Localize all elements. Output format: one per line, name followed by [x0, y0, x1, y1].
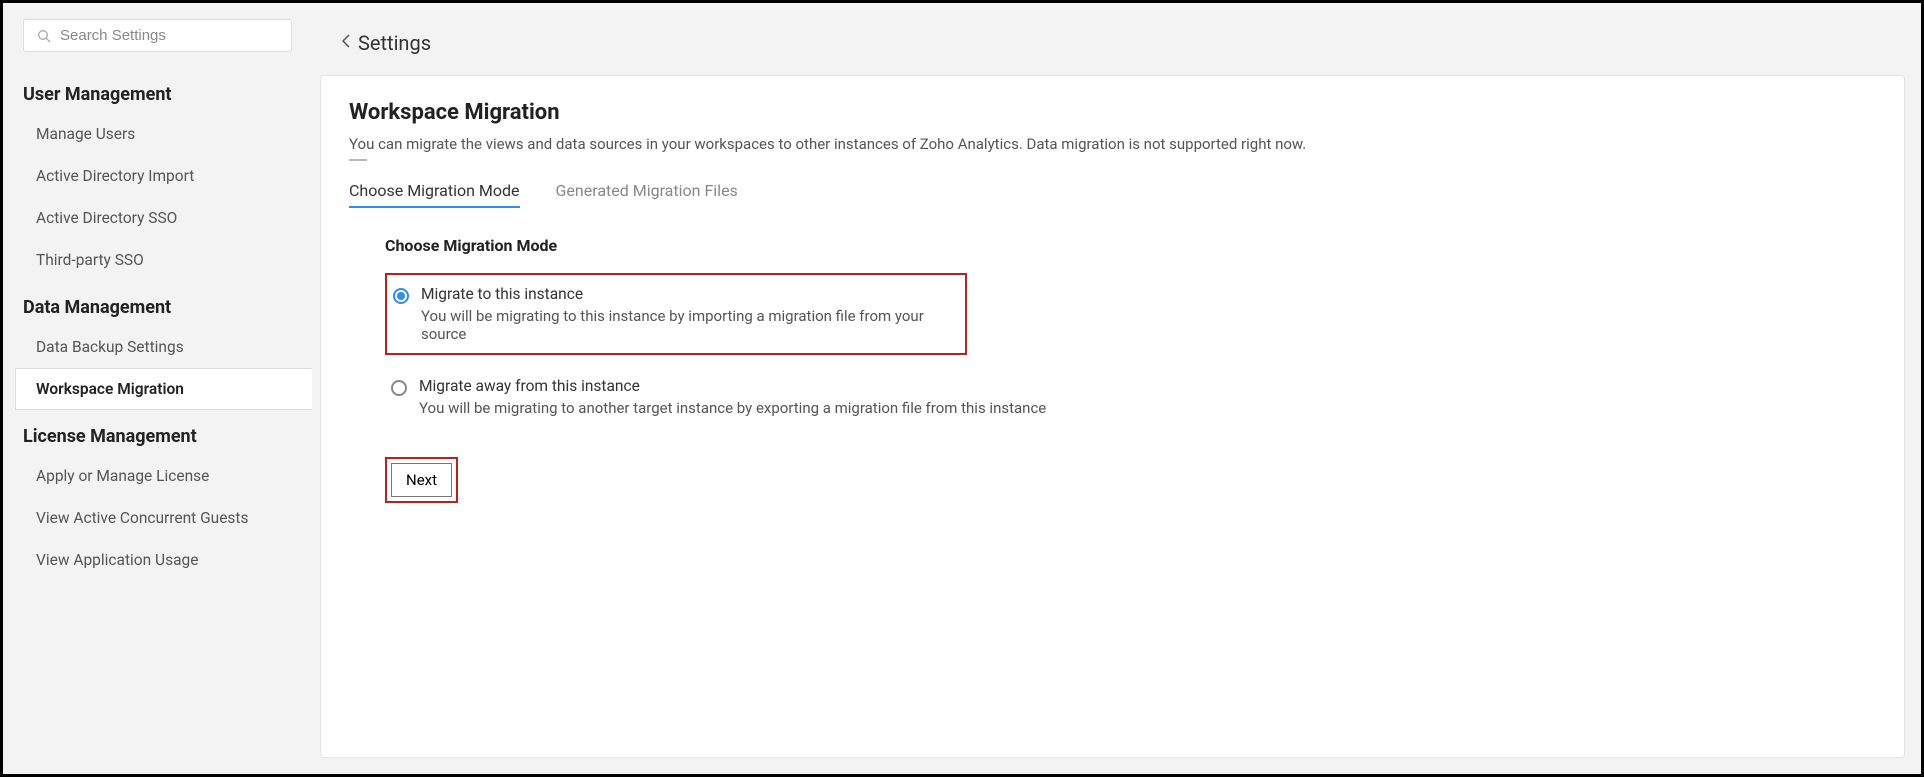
- option2-desc: You will be migrating to another target …: [419, 399, 1046, 417]
- sidebar-item-apply-license[interactable]: Apply or Manage License: [3, 455, 312, 497]
- option-migrate-away[interactable]: Migrate away from this instance You will…: [385, 367, 1876, 427]
- next-button[interactable]: Next: [391, 463, 452, 497]
- header-bar: Settings: [320, 19, 1905, 75]
- radio-migrate-away[interactable]: [391, 380, 407, 396]
- section-heading: Choose Migration Mode: [385, 236, 1876, 255]
- option1-desc: You will be migrating to this instance b…: [421, 307, 955, 343]
- option2-label: Migrate away from this instance: [419, 377, 1046, 395]
- sidebar-item-workspace-migration[interactable]: Workspace Migration: [15, 368, 312, 410]
- settings-sidebar: User Management Manage Users Active Dire…: [3, 3, 312, 774]
- page-description: You can migrate the views and data sourc…: [349, 135, 1876, 153]
- section-user-management: User Management: [3, 68, 312, 113]
- next-button-highlight: Next: [385, 457, 458, 503]
- search-icon: [36, 28, 52, 44]
- sidebar-item-manage-users[interactable]: Manage Users: [3, 113, 312, 155]
- header-title: Settings: [358, 31, 431, 55]
- content-panel: Workspace Migration You can migrate the …: [320, 75, 1905, 758]
- sidebar-item-ad-sso[interactable]: Active Directory SSO: [3, 197, 312, 239]
- radio-migrate-to[interactable]: [393, 288, 409, 304]
- tab-bar: Choose Migration Mode Generated Migratio…: [349, 181, 1876, 208]
- sidebar-item-app-usage[interactable]: View Application Usage: [3, 539, 312, 581]
- section-data-management: Data Management: [3, 281, 312, 326]
- option-migrate-to-instance[interactable]: Migrate to this instance You will be mig…: [385, 273, 967, 355]
- sidebar-item-ad-import[interactable]: Active Directory Import: [3, 155, 312, 197]
- tab-generated-files[interactable]: Generated Migration Files: [556, 181, 738, 208]
- sidebar-item-backup-settings[interactable]: Data Backup Settings: [3, 326, 312, 368]
- search-settings-box[interactable]: [23, 19, 292, 52]
- back-chevron-icon[interactable]: [340, 33, 352, 53]
- tab-choose-migration-mode[interactable]: Choose Migration Mode: [349, 181, 520, 208]
- sidebar-item-concurrent-guests[interactable]: View Active Concurrent Guests: [3, 497, 312, 539]
- page-title: Workspace Migration: [349, 100, 1876, 125]
- option1-label: Migrate to this instance: [421, 285, 955, 303]
- small-divider: [349, 159, 367, 161]
- search-input[interactable]: [60, 27, 279, 44]
- main-area: Settings Workspace Migration You can mig…: [312, 3, 1921, 774]
- sidebar-item-third-party-sso[interactable]: Third-party SSO: [3, 239, 312, 281]
- section-license-management: License Management: [3, 410, 312, 455]
